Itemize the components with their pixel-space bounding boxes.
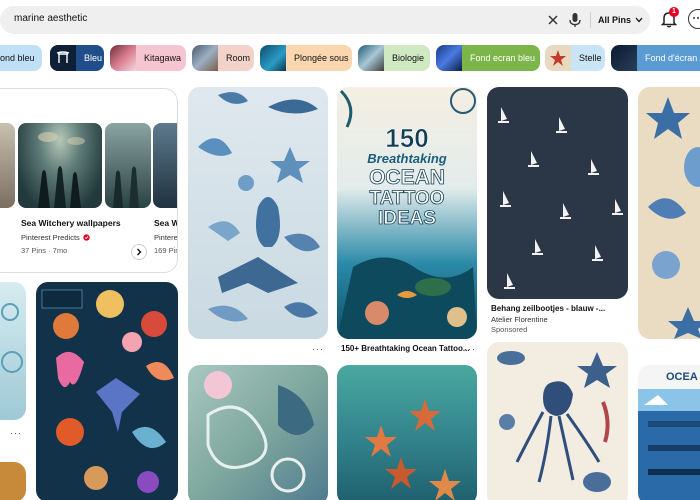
more-dots-icon	[693, 17, 700, 19]
pin-starfish-underwater[interactable]	[337, 365, 477, 500]
board-meta-2: 169 Pin	[154, 246, 178, 255]
search-bar[interactable]: marine aesthetic All Pins	[0, 6, 650, 34]
board-meta: 37 Pins · 7mo	[21, 246, 68, 255]
verified-badge-icon	[83, 234, 90, 241]
board-image-next	[153, 123, 177, 208]
tattoo-tattoo: TATTOO	[369, 188, 445, 209]
board-image-main	[18, 123, 102, 208]
notification-badge: 1	[669, 7, 679, 17]
pin-ocean-pattern[interactable]	[188, 87, 328, 339]
tattoo-ideas: IDEAS	[377, 208, 437, 229]
chip-thumbnail	[545, 45, 571, 71]
pin-marine-sketch[interactable]	[638, 87, 700, 339]
chip-kitagawa[interactable]: Kitagawa	[110, 45, 186, 71]
board-card-sea-witchery[interactable]: Sea Witchery wallpapers Pinterest Predic…	[0, 88, 178, 273]
sea-witches-illustration-2	[113, 166, 139, 208]
chip-bleu[interactable]: Bleu	[50, 45, 104, 71]
pin-more-button[interactable]: ···	[464, 344, 476, 354]
ocean-poster-illustration	[638, 389, 700, 500]
search-input[interactable]: marine aesthetic	[14, 13, 87, 24]
pin-more-button[interactable]: ···	[10, 428, 22, 438]
chip-ond-bleu[interactable]: ond bleu	[0, 45, 42, 71]
board-author-2: Pinterest	[154, 233, 178, 242]
lagoon-mosaic-illustration	[204, 371, 314, 493]
chip-plongee-sous[interactable]: Plongée sous	[260, 45, 352, 71]
pin-lagoon-mosaic[interactable]	[188, 365, 328, 500]
close-icon[interactable]	[546, 13, 560, 27]
chip-thumbnail	[50, 45, 76, 71]
sea-creatures-illustration	[41, 289, 174, 493]
pin-tattoo-title[interactable]: 150+ Breathtaking Ocean Tattoo...	[341, 344, 470, 353]
sailboats-pattern	[498, 107, 623, 289]
board-author-row: Pinterest Predicts	[21, 233, 90, 242]
gate-icon	[56, 51, 70, 63]
board-image-left	[0, 123, 15, 208]
microphone-icon[interactable]	[568, 12, 582, 28]
pin-ocean-poster[interactable]: OCEA	[638, 365, 700, 500]
marine-sketch-sheet-illustration	[497, 351, 617, 492]
sea-witches-illustration	[38, 132, 85, 208]
board-author: Pinterest Predicts	[21, 233, 80, 242]
board-title[interactable]: Sea Witchery wallpapers	[21, 218, 121, 228]
pin-more-button[interactable]: ···	[312, 344, 324, 354]
tattoo-breathtaking: Breathtaking	[367, 151, 447, 166]
search-scope-label: All Pins	[598, 15, 632, 25]
pin-sailboats-title[interactable]: Behang zeilbootjes - blauw -...	[491, 304, 605, 313]
pin-marine-sketch-sheet[interactable]	[487, 342, 628, 500]
chip-thumbnail	[260, 45, 286, 71]
pin-left-edge[interactable]	[0, 282, 26, 420]
starfish-underwater-illustration	[365, 399, 461, 500]
ocean-pattern-illustration	[198, 92, 320, 322]
pin-sea-creatures-poster[interactable]	[36, 282, 178, 500]
board-image-right	[105, 123, 151, 208]
chip-stelle[interactable]: Stelle	[545, 45, 605, 71]
more-options-button[interactable]	[688, 9, 700, 29]
search-divider	[590, 12, 591, 28]
chevron-right-icon	[137, 248, 142, 256]
chip-thumbnail	[192, 45, 218, 71]
pin-sponsored-label: Sponsored	[491, 325, 528, 334]
pin-left-edge-2[interactable]	[0, 462, 26, 500]
ocean-poster-title: OCEA	[666, 371, 698, 383]
starfish-icon	[550, 50, 566, 66]
chip-thumbnail	[110, 45, 136, 71]
board-collage	[0, 123, 177, 208]
next-arrow-button[interactable]	[131, 244, 147, 260]
marine-sketch-illustration	[646, 97, 700, 339]
chip-thumbnail	[358, 45, 384, 71]
chip-fond-ecran-bleu[interactable]: Fond ecran bleu	[436, 45, 540, 71]
chip-biologie[interactable]: Biologie	[358, 45, 430, 71]
chip-room[interactable]: Room	[192, 45, 254, 71]
chip-fond-decran[interactable]: Fond d'écran l	[611, 45, 700, 71]
pin-sailboats[interactable]	[487, 87, 628, 299]
left-edge-illustration	[1, 303, 23, 373]
tattoo-ocean: OCEAN	[369, 166, 446, 189]
chip-thumbnail	[611, 45, 637, 71]
search-scope-dropdown[interactable]: All Pins	[598, 12, 643, 28]
chevron-down-icon	[635, 17, 643, 23]
pin-sailboats-author: Atelier Florentine	[491, 315, 548, 324]
board-title-2[interactable]: Sea W	[154, 218, 177, 228]
pin-ocean-tattoo[interactable]: 150 Breathtaking OCEAN TATTOO IDEAS	[337, 87, 477, 339]
tattoo-number: 150	[385, 123, 429, 153]
chip-thumbnail	[436, 45, 462, 71]
tattoo-poster-text: 150 Breathtaking OCEAN TATTOO IDEAS	[337, 125, 477, 229]
